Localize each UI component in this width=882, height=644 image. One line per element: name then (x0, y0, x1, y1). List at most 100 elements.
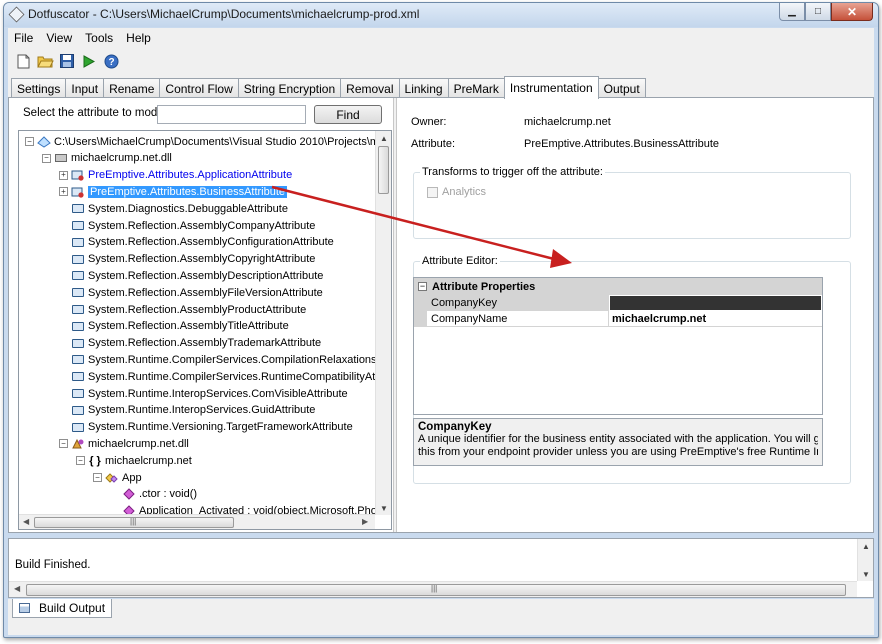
tree-node-label: michaelcrump.net.dll (88, 437, 189, 450)
attribute-add-icon (71, 186, 85, 198)
expand-icon[interactable]: + (59, 170, 68, 180)
tab-linking[interactable]: Linking (398, 78, 449, 98)
collapse-icon[interactable]: − (59, 439, 68, 449)
scroll-down-arrow-icon[interactable]: ▼ (858, 567, 874, 581)
tree-node[interactable]: − C:\Users\MichaelCrump\Documents\Visual … (25, 133, 375, 150)
tab-build-output[interactable]: Build Output (12, 599, 112, 618)
menu-help[interactable]: Help (126, 31, 151, 45)
build-output-panel[interactable]: Build Finished. ▲ ▼ ◀ ||| (8, 538, 874, 598)
tree-node-label: System.Runtime.InteropServices.ComVisibl… (88, 387, 348, 400)
scroll-left-arrow-icon[interactable]: ◀ (14, 584, 20, 593)
scroll-up-arrow-icon[interactable]: ▲ (858, 539, 874, 553)
tree-node[interactable]: + PreEmptive.Attributes.ApplicationAttrib… (59, 167, 292, 184)
tree-vertical-scrollbar[interactable]: ▲ ▼ (375, 131, 391, 515)
tree-node[interactable]: System.Reflection.AssemblyCompanyAttribu… (59, 217, 315, 234)
tree-node[interactable]: System.Reflection.AssemblyTitleAttribute (59, 318, 289, 335)
collapse-icon[interactable]: − (93, 473, 102, 482)
tree-horizontal-scrollbar[interactable]: ◀ ||| ▶ (19, 514, 375, 529)
pg-category-header[interactable]: − Attribute Properties (414, 278, 822, 295)
help-icon[interactable]: ? (102, 52, 120, 70)
attribute-icon (71, 320, 85, 332)
tree-node[interactable]: System.Reflection.AssemblyProductAttribu… (59, 301, 306, 318)
attribute-icon (71, 371, 85, 383)
app-icon (8, 6, 25, 23)
new-file-icon[interactable] (14, 52, 32, 70)
tree-node[interactable]: − michaelcrump.net.dll (42, 150, 172, 167)
find-button[interactable]: Find (314, 105, 382, 124)
tab-premark[interactable]: PreMark (447, 78, 505, 98)
attribute-label: Attribute: (411, 138, 456, 150)
tree-node[interactable]: System.Reflection.AssemblyDescriptionAtt… (59, 267, 323, 284)
companyname-value[interactable]: michaelcrump.net (609, 311, 822, 327)
tab-output[interactable]: Output (597, 78, 646, 98)
checkbox-box[interactable] (427, 186, 438, 198)
scroll-right-arrow-icon[interactable]: ▶ (362, 517, 368, 526)
tree-node[interactable]: .ctor : void() (110, 486, 197, 503)
tree-node-label: System.Reflection.AssemblyCopyrightAttri… (88, 253, 316, 266)
attribute-tree[interactable]: − C:\Users\MichaelCrump\Documents\Visual … (18, 130, 392, 530)
tree-node[interactable]: System.Reflection.AssemblyTrademarkAttri… (59, 335, 321, 352)
maximize-button[interactable]: □ (805, 3, 831, 21)
tree-node[interactable]: − App (93, 469, 142, 486)
search-input[interactable] (157, 105, 306, 124)
menu-view[interactable]: View (46, 31, 72, 45)
run-icon[interactable] (80, 52, 98, 70)
svg-text:?: ? (108, 57, 114, 68)
tab-settings[interactable]: Settings (11, 78, 67, 98)
output-horizontal-scrollbar[interactable]: ◀ ||| (9, 581, 857, 597)
tree-node[interactable]: System.Reflection.AssemblyConfigurationA… (59, 234, 334, 251)
description-line-1: A unique identifier for the business ent… (418, 433, 818, 445)
tree-node-label: michaelcrump.net.dll (71, 152, 172, 165)
namespace-icon: { } (89, 454, 101, 467)
collapse-icon[interactable]: − (42, 153, 51, 163)
tab-rename[interactable]: Rename (103, 78, 161, 98)
property-grid[interactable]: − Attribute Properties CompanyKey Compan… (413, 277, 823, 415)
title-bar[interactable]: Dotfuscator - C:\Users\MichaelCrump\Docu… (4, 3, 878, 27)
tree-node-label: System.Runtime.Versioning.TargetFramewor… (88, 421, 353, 434)
tree-node-label: PreEmptive.Attributes.BusinessAttribute (88, 185, 288, 198)
attribute-add-icon (71, 169, 85, 181)
tree-vscroll-thumb[interactable] (378, 146, 389, 194)
bottom-tab-strip: Build Output (8, 599, 874, 621)
tree-node[interactable]: − michaelcrump.net.dll (59, 435, 189, 452)
analytics-checkbox[interactable]: Analytics (427, 186, 486, 198)
scroll-up-arrow-icon[interactable]: ▲ (376, 131, 391, 145)
tree-node[interactable]: System.Runtime.CompilerServices.Compilat… (59, 351, 375, 368)
tree-node-label: System.Reflection.AssemblyDescriptionAtt… (88, 269, 324, 282)
tree-node[interactable]: System.Reflection.AssemblyCopyrightAttri… (59, 251, 315, 268)
pg-row-companykey[interactable]: CompanyKey (414, 295, 822, 311)
tree-node-label: PreEmptive.Attributes.ApplicationAttribu… (88, 169, 293, 182)
tab-removal[interactable]: Removal (340, 78, 400, 98)
tree-node[interactable]: −{ } michaelcrump.net (76, 452, 192, 469)
collapse-icon[interactable]: − (418, 282, 427, 291)
scroll-down-arrow-icon[interactable]: ▼ (376, 501, 391, 515)
minimize-button[interactable]: ▁ (779, 3, 805, 21)
open-folder-icon[interactable] (36, 52, 54, 70)
collapse-icon[interactable]: − (76, 456, 85, 466)
close-button[interactable]: ✕ (831, 3, 873, 21)
output-vertical-scrollbar[interactable]: ▲ ▼ (857, 539, 873, 581)
tree-node[interactable]: System.Diagnostics.DebuggableAttribute (59, 200, 288, 217)
menu-file[interactable]: File (14, 31, 33, 45)
menu-tools[interactable]: Tools (85, 31, 113, 45)
tree-node[interactable]: System.Runtime.InteropServices.GuidAttri… (59, 402, 315, 419)
tab-string-encryption[interactable]: String Encryption (237, 78, 342, 98)
tab-instrumentation[interactable]: Instrumentation (503, 76, 599, 99)
assembly-icon (54, 152, 68, 164)
tree-node[interactable]: System.Runtime.CompilerServices.RuntimeC… (59, 368, 375, 385)
save-icon[interactable] (58, 52, 76, 70)
status-bar (8, 621, 874, 635)
tree-node[interactable]: System.Reflection.AssemblyFileVersionAtt… (59, 284, 323, 301)
tab-input[interactable]: Input (65, 78, 105, 98)
tree-node[interactable]: + PreEmptive.Attributes.BusinessAttribute (59, 183, 288, 200)
expand-icon[interactable]: + (59, 187, 68, 197)
scroll-left-arrow-icon[interactable]: ◀ (23, 517, 29, 526)
tree-node[interactable]: System.Runtime.InteropServices.ComVisibl… (59, 385, 348, 402)
description-line-2: this from your endpoint provider unless … (418, 446, 818, 458)
pg-row-companyname[interactable]: CompanyName michaelcrump.net (414, 311, 822, 327)
companykey-value-redacted[interactable] (609, 295, 822, 311)
collapse-icon[interactable]: − (25, 137, 34, 146)
tree-node[interactable]: System.Runtime.Versioning.TargetFramewor… (59, 419, 353, 436)
tab-control-flow[interactable]: Control Flow (159, 78, 239, 98)
attribute-value: PreEmptive.Attributes.BusinessAttribute (524, 138, 720, 150)
